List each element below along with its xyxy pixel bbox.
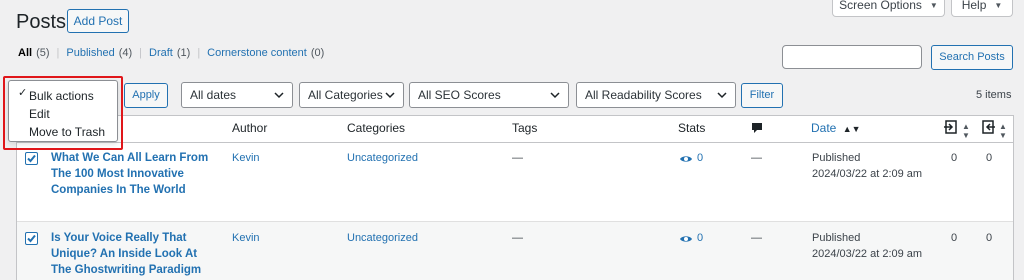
view-separator: | [139, 47, 143, 59]
chevron-down-icon [550, 90, 560, 100]
screen-options-label: Screen Options [839, 0, 922, 12]
view-draft-count: (1) [176, 47, 191, 59]
eye-icon [679, 232, 693, 247]
incoming-links-icon[interactable] [980, 119, 996, 138]
column-header-categories: Categories [347, 121, 406, 135]
post-comments: — [751, 152, 762, 164]
view-draft-link[interactable]: Draft [149, 47, 173, 59]
post-title-link[interactable]: Is Your Voice Really That Unique? An Ins… [51, 230, 211, 278]
screen-options-tab[interactable]: Screen Options ▼ [832, 0, 945, 17]
row-checkbox[interactable] [25, 152, 38, 165]
view-separator: | [197, 47, 201, 59]
add-post-button[interactable]: Add Post [67, 9, 129, 33]
chevron-down-icon [274, 90, 284, 100]
seo-scores-filter-value: All SEO Scores [418, 88, 501, 102]
column-header-stats: Stats [678, 121, 706, 135]
page-title: Posts [16, 11, 67, 33]
apply-button[interactable]: Apply [124, 83, 168, 108]
incoming-links-count: 0 [986, 152, 993, 164]
post-date: 2024/03/22 at 2:09 am [812, 168, 923, 180]
categories-filter-select[interactable]: All Categories [299, 82, 404, 108]
view-separator: | [56, 47, 60, 59]
items-count: 5 items [976, 89, 1012, 101]
readability-filter-value: All Readability Scores [585, 88, 702, 102]
highlight-annotation-box [3, 76, 123, 150]
post-stats-value[interactable]: 0 [697, 150, 703, 166]
column-header-author: Author [232, 121, 268, 135]
caret-down-icon: ▼ [929, 0, 938, 10]
post-category-link[interactable]: Uncategorized [347, 150, 418, 166]
filter-button[interactable]: Filter [741, 83, 783, 108]
row-checkbox[interactable] [25, 232, 38, 245]
help-label: Help [961, 0, 987, 12]
outgoing-links-icon[interactable] [943, 119, 959, 138]
view-all-link[interactable]: All [18, 47, 32, 59]
view-all-count: (5) [36, 47, 50, 59]
post-date-cell: Published 2024/03/22 at 2:09 am [812, 230, 922, 262]
post-comments: — [751, 232, 762, 244]
categories-filter-value: All Categories [308, 88, 383, 102]
sort-arrows-icon: ▲▼ [999, 122, 1007, 140]
chevron-down-icon [717, 90, 727, 100]
post-date: 2024/03/22 at 2:09 am [812, 248, 923, 260]
date-sort-label: Date [811, 121, 837, 135]
post-tags: — [512, 152, 523, 164]
post-status-views: All (5) | Published (4) | Draft (1) | Co… [18, 47, 324, 59]
post-author-link[interactable]: Kevin [232, 230, 260, 246]
post-title-link[interactable]: What We Can All Learn From The 100 Most … [51, 150, 211, 198]
column-header-tags: Tags [512, 121, 538, 135]
view-published-link[interactable]: Published [66, 47, 114, 59]
outgoing-links-count: 0 [951, 152, 958, 164]
post-tags: — [512, 232, 523, 244]
post-author-link[interactable]: Kevin [232, 150, 260, 166]
chevron-down-icon [385, 90, 395, 100]
readability-filter-select[interactable]: All Readability Scores [576, 82, 736, 108]
view-published-count: (4) [118, 47, 133, 59]
search-input[interactable] [782, 45, 922, 69]
dates-filter-value: All dates [190, 88, 237, 102]
comment-bubble-icon[interactable] [751, 122, 763, 137]
post-category-link[interactable]: Uncategorized [347, 230, 418, 246]
column-header-date[interactable]: Date ▲▼ [811, 121, 861, 135]
post-status: Published [812, 232, 861, 244]
table-header-border [16, 142, 1014, 143]
dates-filter-select[interactable]: All dates [181, 82, 293, 108]
view-cornerstone-count: (0) [310, 47, 325, 59]
outgoing-links-count: 0 [951, 232, 958, 244]
post-stats-value[interactable]: 0 [697, 230, 703, 246]
seo-scores-filter-select[interactable]: All SEO Scores [409, 82, 569, 108]
search-posts-button[interactable]: Search Posts [931, 45, 1013, 70]
sort-arrows-icon: ▲▼ [962, 122, 970, 140]
eye-icon [679, 152, 693, 167]
caret-down-icon: ▼ [994, 0, 1003, 10]
help-tab[interactable]: Help ▼ [951, 0, 1013, 17]
post-date-cell: Published 2024/03/22 at 2:09 am [812, 150, 922, 182]
post-status: Published [812, 152, 861, 164]
view-cornerstone-link[interactable]: Cornerstone content [207, 47, 307, 59]
incoming-links-count: 0 [986, 232, 993, 244]
sort-arrows-icon: ▲▼ [842, 124, 861, 134]
